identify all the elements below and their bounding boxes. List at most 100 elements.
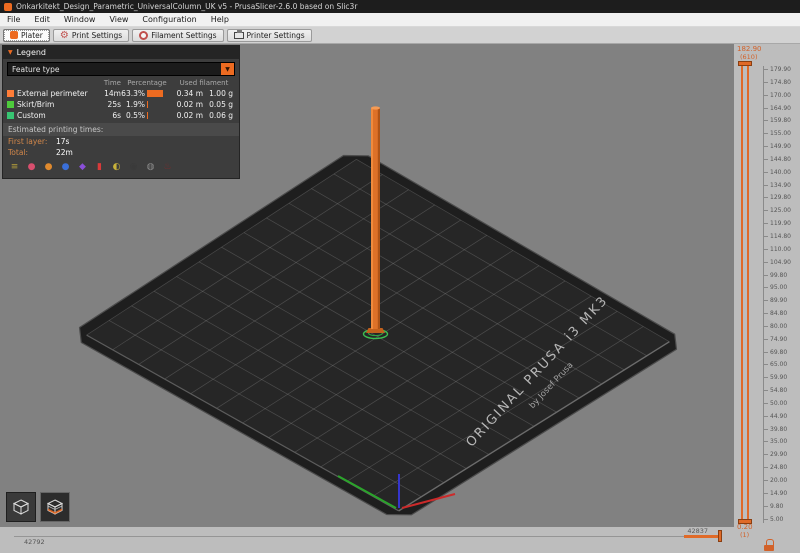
- feature-percentage: 63.3%: [121, 89, 145, 98]
- menu-item-view[interactable]: View: [102, 13, 135, 27]
- window-title: Onkarkitekt_Design_Parametric_UniversalC…: [16, 2, 357, 11]
- tick-mark-icon: [764, 300, 768, 301]
- tick-mark-icon: [764, 519, 768, 520]
- layer-slider-top-layer: (610): [740, 53, 757, 61]
- tool-changes-icon[interactable]: ◆: [76, 161, 89, 174]
- feature-table-header: Time Percentage Used filament: [7, 78, 235, 88]
- tick-mark-icon: [764, 493, 768, 494]
- menu-item-edit[interactable]: Edit: [27, 13, 57, 27]
- used-filament-meters: 0.02 m: [173, 100, 203, 109]
- deretractions-icon[interactable]: ●: [42, 161, 55, 174]
- menu-item-configuration[interactable]: Configuration: [135, 13, 203, 27]
- plater-icon: [10, 31, 18, 39]
- percentage-bar: [147, 101, 173, 108]
- percentage-bar-fill: [147, 101, 148, 108]
- ruler-label: 129.80: [770, 194, 791, 201]
- ruler-tick: 39.80: [764, 426, 791, 433]
- tab-filament-settings[interactable]: Filament Settings: [132, 29, 223, 42]
- ruler-label: 89.90: [770, 297, 787, 304]
- tick-mark-icon: [764, 467, 768, 468]
- percentage-bar-fill: [147, 112, 148, 119]
- ruler-label: 170.00: [770, 92, 791, 99]
- tick-mark-icon: [764, 210, 768, 211]
- menu-item-file[interactable]: File: [0, 13, 27, 27]
- ruler-label: 110.00: [770, 246, 791, 253]
- feature-label: External perimeter: [17, 89, 95, 98]
- cube-icon: [11, 497, 31, 517]
- feature-color-chip: [7, 112, 14, 119]
- percentage-bar: [147, 90, 173, 97]
- ruler-tick: 5.00: [764, 516, 791, 523]
- tick-mark-icon: [764, 69, 768, 70]
- color-changes-icon[interactable]: ▮: [93, 161, 106, 174]
- move-slider-min-value: 42792: [24, 538, 45, 546]
- dropdown-button[interactable]: ▼: [221, 63, 234, 75]
- legend-icon[interactable]: ♨: [161, 161, 174, 174]
- ruler-tick: 89.90: [764, 297, 791, 304]
- tick-mark-icon: [764, 95, 768, 96]
- lock-icon[interactable]: [764, 539, 775, 551]
- tick-mark-icon: [764, 326, 768, 327]
- menu-item-window[interactable]: Window: [57, 13, 103, 27]
- travel-icon[interactable]: ≡: [8, 161, 21, 174]
- viewport-3d[interactable]: ORIGINAL PRUSA i3 MK3 by Josef Prusa ▼ L: [0, 44, 734, 527]
- menu-item-help[interactable]: Help: [204, 13, 236, 27]
- feature-label: Custom: [17, 111, 95, 120]
- ruler-label: 35.00: [770, 438, 787, 445]
- retractions-icon[interactable]: ●: [25, 161, 38, 174]
- move-slider-track[interactable]: [14, 536, 718, 537]
- shells-icon[interactable]: ◍: [144, 161, 157, 174]
- legend-row[interactable]: External perimeter14m63.3%0.34 m1.00 g: [7, 88, 235, 99]
- ruler-tick: 80.00: [764, 323, 791, 330]
- tick-mark-icon: [764, 506, 768, 507]
- ruler-label: 65.00: [770, 361, 787, 368]
- ruler-tick: 114.80: [764, 233, 791, 240]
- tab-printer-settings[interactable]: Printer Settings: [227, 29, 312, 42]
- ruler-label: 69.80: [770, 349, 787, 356]
- percentage-bar-fill: [147, 90, 163, 97]
- legend-header[interactable]: ▼ Legend: [3, 46, 239, 59]
- first-layer-label: First layer:: [8, 137, 56, 146]
- seams-icon[interactable]: ●: [59, 161, 72, 174]
- feature-time: 14m: [95, 89, 121, 98]
- editor-view-button[interactable]: [6, 492, 36, 522]
- ruler-label: 74.90: [770, 336, 787, 343]
- tab-bar: PlaterPrint SettingsFilament Settings Pri…: [0, 27, 800, 44]
- tab-label: Printer Settings: [247, 31, 305, 40]
- tick-mark-icon: [764, 236, 768, 237]
- legend-row[interactable]: Skirt/Brim25s1.9%0.02 m0.05 g: [7, 99, 235, 110]
- tick-mark-icon: [764, 377, 768, 378]
- ruler-label: 95.00: [770, 284, 787, 291]
- ruler-label: 174.80: [770, 79, 791, 86]
- preview-view-button[interactable]: [40, 492, 70, 522]
- tick-mark-icon: [764, 352, 768, 353]
- pause-prints-icon[interactable]: ◐: [110, 161, 123, 174]
- view-type-dropdown[interactable]: Feature type ▼: [7, 62, 235, 76]
- tab-print-settings[interactable]: Print Settings: [53, 29, 129, 42]
- legend-row[interactable]: Custom6s0.5%0.02 m0.06 g: [7, 110, 235, 121]
- legend-title: Legend: [17, 48, 46, 57]
- ruler-label: 179.90: [770, 66, 791, 73]
- ruler-tick: 59.90: [764, 374, 791, 381]
- ruler-label: 39.80: [770, 426, 787, 433]
- layer-slider-track[interactable]: [741, 66, 749, 519]
- ruler-tick: 65.00: [764, 361, 791, 368]
- tab-plater[interactable]: Plater: [3, 29, 50, 42]
- tick-mark-icon: [764, 197, 768, 198]
- ruler-label: 14.90: [770, 490, 787, 497]
- menu-bar: FileEditWindowViewConfigurationHelp: [0, 13, 800, 27]
- total-time-row: Total: 22m: [3, 147, 239, 158]
- ruler-tick: 144.80: [764, 156, 791, 163]
- tick-mark-icon: [764, 249, 768, 250]
- feature-color-chip: [7, 90, 14, 97]
- ruler-label: 149.90: [770, 143, 791, 150]
- tick-mark-icon: [764, 480, 768, 481]
- custom-gcode-icon[interactable]: ◉: [127, 161, 140, 174]
- printer-icon: [234, 32, 244, 39]
- layer-ruler: 179.90174.80170.00164.90159.80155.00149.…: [763, 66, 791, 523]
- used-filament-grams: 0.05 g: [203, 100, 233, 109]
- total-label: Total:: [8, 148, 56, 157]
- move-slider-handle[interactable]: [718, 530, 722, 542]
- feature-time: 6s: [95, 111, 121, 120]
- ruler-tick: 174.80: [764, 79, 791, 86]
